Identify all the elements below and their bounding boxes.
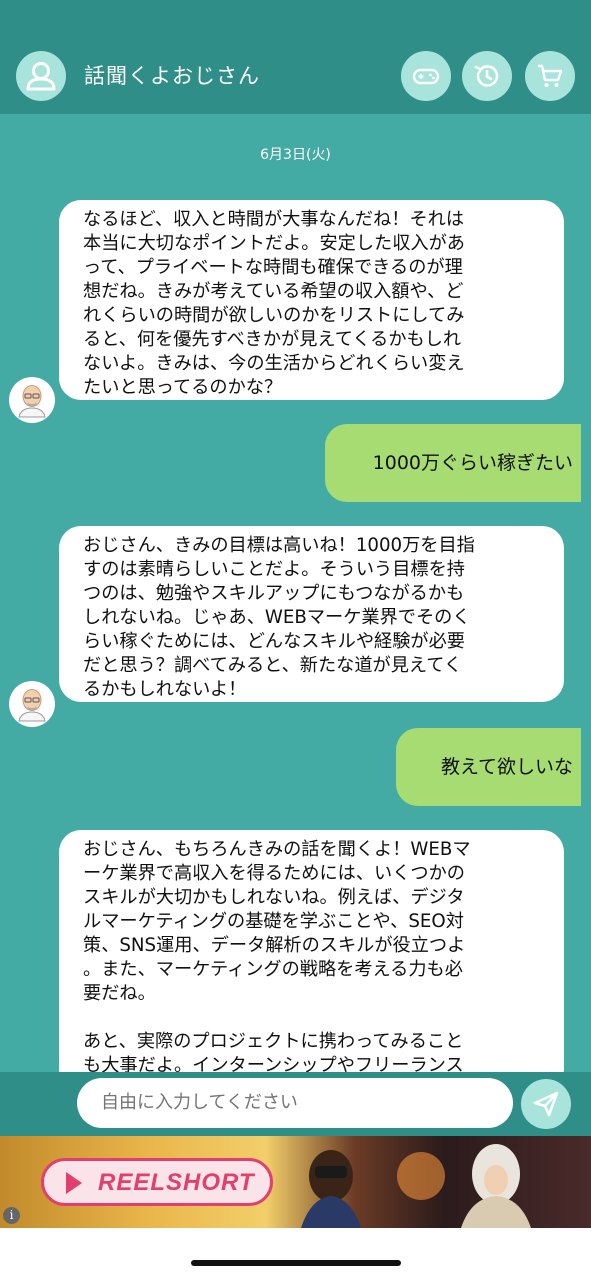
message-line: らい稼ぐためには、どんなスキルや経験が必要	[83, 631, 465, 652]
gamepad-icon	[412, 68, 440, 85]
bot-avatar[interactable]	[9, 681, 55, 727]
ad-artwork	[301, 1144, 531, 1228]
message-line	[83, 1006, 564, 1030]
message-text: 1000万ぐらい稼ぎたい	[372, 452, 573, 474]
old-man-avatar-icon	[18, 385, 46, 418]
game-button[interactable]	[401, 51, 451, 101]
old-man-avatar-icon	[18, 689, 46, 722]
message-line: ないよ。きみは、今の生活からどれくらい変え	[83, 353, 465, 374]
message-line: おじさん、きみの目標は高いね！1000万を目指	[83, 535, 475, 556]
chat-title: 話聞くよおじさん	[84, 64, 260, 88]
message-line: ーケ業界で高収入を得るためには、いくつかの	[83, 863, 465, 884]
message-line: たいと思ってるのかな？	[83, 377, 283, 398]
bot-message: おじさん、きみの目標は高いね！1000万を目指 すのは素晴らしいことだよ。そうい…	[59, 526, 564, 702]
home-indicator[interactable]	[191, 1260, 401, 1266]
profile-button[interactable]	[16, 51, 66, 101]
cart-icon	[538, 64, 563, 87]
send-icon	[533, 1091, 559, 1117]
history-button[interactable]	[462, 51, 512, 101]
user-message: 教えて欲しいな	[396, 728, 581, 806]
message-line: って、プライベートな時間も確保できるのが理	[83, 257, 463, 278]
message-line: だと思う？調べてみると、新たな道が見えてく	[83, 655, 463, 676]
message-line: ルマーケティングの基礎を学ぶことや、SEO対	[83, 911, 464, 932]
info-icon[interactable]: i	[3, 1207, 20, 1224]
app-header: 話聞くよおじさん	[0, 0, 591, 114]
message-line: おじさん、もちろんきみの話を聞くよ！WEBマ	[83, 839, 471, 860]
message-line: スキルが大切かもしれないね。例えば、デジタ	[83, 887, 465, 908]
send-button[interactable]	[521, 1079, 571, 1129]
reelshort-logo[interactable]: REELSHORT	[41, 1158, 273, 1206]
bot-message: なるほど、収入と時間が大事なんだね！それは 本当に大切なポイントだよ。安定した収…	[59, 200, 564, 400]
message-line: ると、何を優先すべきかが見えてくるかもしれ	[83, 329, 462, 350]
message-line: れくらいの時間が欲しいのかをリストにしてみ	[83, 305, 465, 326]
message-line: 。また、マーケティングの戦略を考える力も必	[83, 959, 463, 980]
user-icon	[26, 62, 56, 91]
date-separator: 6月3日(火)	[260, 147, 331, 163]
message-input[interactable]	[77, 1078, 513, 1128]
message-line: あと、実際のプロジェクトに携わってみること	[83, 1031, 464, 1052]
message-line: 本当に大切なポイントだよ。安定した収入があ	[83, 233, 465, 254]
ad-banner[interactable]: REELSHORT i	[0, 1136, 591, 1228]
shop-button[interactable]	[525, 51, 575, 101]
bot-message: おじさん、もちろんきみの話を聞くよ！WEBマ ーケ業界で高収入を得るためには、い…	[59, 830, 564, 1072]
message-line: も大事だよ。インターンシップやフリーランス	[83, 1055, 464, 1072]
message-line: 要だね。	[83, 983, 156, 1004]
message-line: つのは、勉強やスキルアップにもつながるかも	[83, 583, 465, 604]
bot-avatar[interactable]	[9, 377, 55, 423]
message-line: なるほど、収入と時間が大事なんだね！それは	[83, 209, 465, 230]
message-line: しれないね。じゃあ、WEBマーケ業界でそのく	[83, 607, 471, 628]
history-icon	[474, 65, 499, 87]
user-message: 1000万ぐらい稼ぎたい	[325, 424, 581, 502]
chat-area[interactable]: 6月3日(火) なるほど、収入と時間が大事なんだね！それは 本当に大切なポイント…	[0, 114, 591, 1072]
play-icon	[66, 1172, 82, 1194]
message-line: 策、SNS運用、データ解析のスキルが役立つよ	[83, 935, 466, 956]
message-line: 想だね。きみが考えている希望の収入額や、ど	[83, 281, 464, 302]
ad-brand-text: REELSHORT	[98, 1169, 255, 1196]
message-line: すのは素晴らしいことだよ。そういう目標を持	[83, 559, 465, 580]
message-line: るかもしれないよ！	[83, 679, 247, 700]
message-text: 教えて欲しいな	[440, 756, 573, 778]
